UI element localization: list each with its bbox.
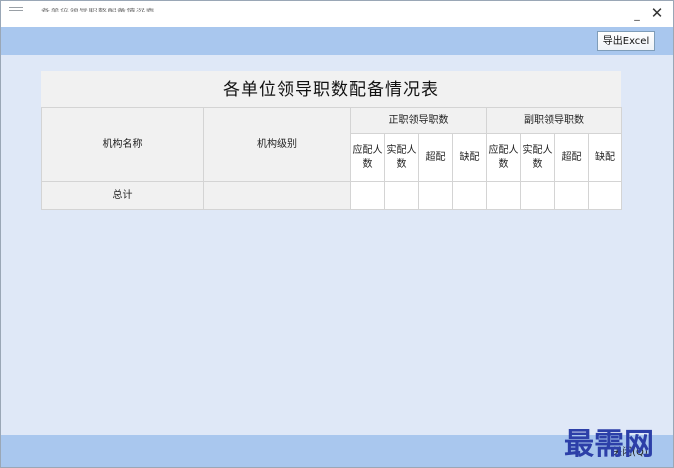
app-icon [9, 7, 23, 13]
close-window-button[interactable]: ✕ [649, 5, 665, 21]
header-chief-over: 超配 [418, 133, 453, 182]
header-chief-actual: 实配人数 [384, 133, 419, 182]
minimize-button[interactable]: _ [629, 5, 645, 21]
report-window: 各单位领导职数配备情况表 _ ✕ 导出Excel 各单位领导职数配备情况表 机构… [0, 0, 674, 468]
report-table-container: 各单位领导职数配备情况表 机构名称 机构级别 正职领导职数 副职领导职数 应配人… [41, 71, 622, 211]
total-chief-over[interactable] [418, 181, 453, 210]
header-deputy-should: 应配人数 [486, 133, 521, 182]
export-excel-button[interactable]: 导出Excel [597, 31, 655, 51]
table-row[interactable]: 总计 [41, 181, 622, 210]
watermark: 最需网 [564, 427, 654, 462]
header-deputy-lack: 缺配 [588, 133, 622, 182]
total-deputy-actual[interactable] [520, 181, 555, 210]
header-chief-lack: 缺配 [452, 133, 487, 182]
total-deputy-should[interactable] [486, 181, 521, 210]
report-title: 各单位领导职数配备情况表 [41, 71, 621, 107]
header-org-name: 机构名称 [41, 107, 204, 182]
header-deputy-group: 副职领导职数 [486, 107, 622, 134]
content-area: 各单位领导职数配备情况表 机构名称 机构级别 正职领导职数 副职领导职数 应配人… [1, 55, 673, 435]
total-level [203, 181, 351, 210]
total-chief-actual[interactable] [384, 181, 419, 210]
header-chief-group: 正职领导职数 [350, 107, 487, 134]
header-deputy-actual: 实配人数 [520, 133, 555, 182]
total-deputy-over[interactable] [554, 181, 589, 210]
header-chief-should: 应配人数 [350, 133, 385, 182]
report-grid: 机构名称 机构级别 正职领导职数 副职领导职数 应配人数 实配人数 超配 缺配 … [41, 107, 622, 210]
window-title: 各单位领导职数配备情况表 [41, 8, 156, 13]
toolbar: 导出Excel [1, 27, 673, 55]
total-deputy-lack[interactable] [588, 181, 622, 210]
total-chief-should[interactable] [350, 181, 385, 210]
total-label: 总计 [41, 181, 204, 210]
title-bar: 各单位领导职数配备情况表 _ ✕ [1, 1, 673, 27]
total-chief-lack[interactable] [452, 181, 487, 210]
header-deputy-over: 超配 [554, 133, 589, 182]
header-org-level: 机构级别 [203, 107, 351, 182]
